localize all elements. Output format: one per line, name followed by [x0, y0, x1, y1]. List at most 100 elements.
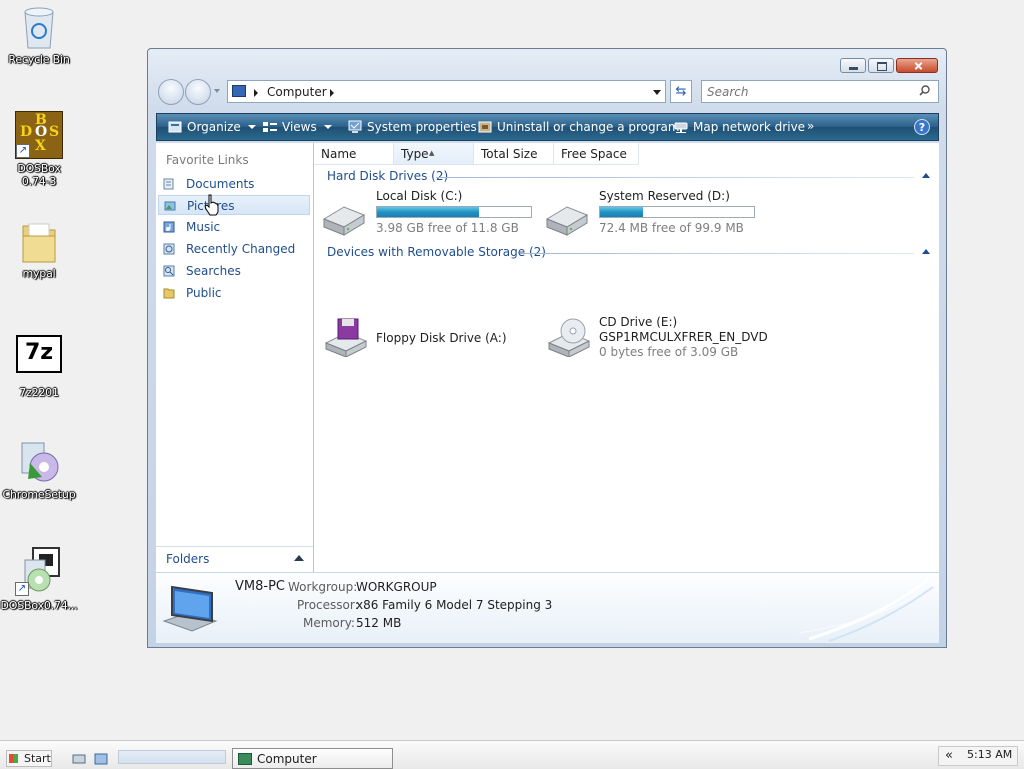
nav-item-recently-changed[interactable]: Recently Changed	[158, 239, 310, 259]
network-drive-icon	[674, 122, 688, 133]
column-header-name[interactable]: Name	[314, 143, 394, 165]
pictures-icon	[164, 201, 176, 211]
computer-name: VM8-PC	[235, 579, 285, 594]
column-header-label: Type	[401, 147, 429, 161]
system-properties-icon	[348, 120, 362, 133]
address-bar[interactable]: Computer	[227, 80, 666, 103]
folders-label: Folders	[166, 552, 210, 566]
minimize-button[interactable]	[840, 58, 866, 73]
memory-key: Memory:	[303, 616, 355, 630]
map-network-drive-button[interactable]: Map network drive	[673, 120, 805, 134]
group-title-removable[interactable]: Devices with Removable Storage (2)	[327, 245, 546, 259]
drive-usage-bar	[599, 206, 755, 218]
desktop-icon-dosbox-installer[interactable]: ↗ DOSBox0.74...	[0, 546, 78, 612]
maximize-button[interactable]	[868, 58, 894, 73]
taskbar-button-computer[interactable]: Computer	[232, 748, 393, 769]
desktop-icon-chromesetup[interactable]: ChromeSetup	[0, 437, 78, 501]
nav-item-pictures[interactable]: Pictures	[158, 194, 310, 216]
desktop-icon-label: mypal	[22, 267, 56, 280]
organize-icon	[168, 121, 182, 133]
drive-usage-bar	[376, 206, 532, 218]
searches-icon	[163, 265, 175, 277]
back-button[interactable]	[158, 79, 184, 105]
nav-item-label: Searches	[186, 264, 241, 278]
navigation-pane: Favorite Links Documents Pictures Music …	[156, 143, 314, 572]
start-button[interactable]: Start	[6, 750, 52, 767]
folders-toggle[interactable]: Folders	[156, 546, 313, 572]
organize-label: Organize	[187, 120, 241, 134]
uninstall-button[interactable]: Uninstall or change a program	[477, 120, 680, 134]
desktop-icon-recycle-bin[interactable]: Recycle Bin	[0, 4, 78, 66]
views-icon	[263, 122, 277, 132]
clock[interactable]: 5:13 AM	[967, 748, 1012, 761]
explorer-window[interactable]: Computer ⇆ Organize Views System propert…	[147, 48, 947, 648]
chevron-up-icon[interactable]	[294, 555, 304, 561]
start-label: Start	[24, 752, 51, 765]
breadcrumb-arrow-icon[interactable]	[330, 89, 334, 97]
documents-icon	[163, 178, 174, 190]
column-header-free-space[interactable]: Free Space	[554, 143, 639, 165]
nav-item-public[interactable]: Public	[158, 283, 310, 303]
switch-windows-icon[interactable]	[94, 753, 108, 765]
breadcrumb-arrow-icon[interactable]	[254, 89, 258, 97]
desktop-icon-7z[interactable]: 7z 7z2201	[0, 335, 78, 399]
hard-drive-icon	[545, 206, 589, 236]
desktop-icon-label: DOSBox 0.74-3	[17, 162, 61, 188]
drive-free-space: 3.98 GB free of 11.8 GB	[376, 221, 519, 235]
drive-volume-label: GSP1RMCULXFRER_EN_DVD	[599, 330, 768, 344]
group-divider	[436, 177, 914, 178]
desktop-icon-mypal[interactable]: mypal	[0, 220, 78, 280]
close-button[interactable]	[896, 58, 938, 73]
computer-icon	[162, 585, 218, 632]
nav-item-documents[interactable]: Documents	[158, 174, 310, 194]
search-input[interactable]	[701, 80, 939, 103]
7zip-icon: 7z	[16, 335, 62, 373]
nav-item-label: Recently Changed	[186, 242, 296, 256]
nav-item-searches[interactable]: Searches	[158, 261, 310, 281]
computer-icon	[232, 85, 246, 97]
music-icon	[163, 221, 175, 233]
column-header-type[interactable]: Type ▲	[394, 143, 474, 165]
search-icon[interactable]	[919, 85, 930, 96]
show-desktop-icon[interactable]	[72, 753, 86, 765]
processor-value: x86 Family 6 Model 7 Stepping 3	[356, 598, 553, 612]
cd-drive-icon	[547, 318, 591, 357]
help-icon[interactable]: ?	[914, 119, 930, 135]
quick-launch-area	[118, 750, 226, 764]
forward-button[interactable]	[185, 79, 211, 105]
more-commands-button[interactable]: »	[807, 119, 814, 133]
group-divider	[520, 253, 914, 254]
window-controls	[840, 58, 938, 73]
favorite-links-title: Favorite Links	[166, 153, 249, 167]
views-button[interactable]: Views	[262, 120, 332, 134]
desktop-icon-dosbox[interactable]: B D O S X ↗ DOSBox 0.74-3	[0, 111, 78, 188]
collapse-group-icon[interactable]	[922, 173, 930, 178]
address-dropdown-icon[interactable]	[653, 90, 661, 95]
system-properties-button[interactable]: System properties	[347, 120, 477, 134]
dosbox-icon: B D O S X ↗	[15, 111, 63, 159]
nav-item-music[interactable]: Music	[158, 217, 310, 237]
recently-changed-icon	[163, 243, 175, 255]
windows-logo-icon	[9, 754, 18, 763]
drive-usage-fill	[377, 207, 479, 217]
uninstall-label: Uninstall or change a program	[497, 120, 680, 134]
tray-expand-button[interactable]: «	[945, 748, 953, 763]
views-label: Views	[282, 120, 317, 134]
group-title-hard-disks[interactable]: Hard Disk Drives (2)	[327, 169, 448, 183]
refresh-button[interactable]: ⇆	[670, 80, 692, 103]
desktop-icon-label: Recycle Bin	[8, 53, 70, 66]
organize-button[interactable]: Organize	[167, 120, 256, 134]
breadcrumb-computer[interactable]: Computer	[267, 85, 327, 99]
nav-item-label: Public	[186, 286, 222, 300]
installer-icon: ↗	[15, 546, 63, 596]
drive-free-space: 72.4 MB free of 99.9 MB	[599, 221, 744, 235]
nav-item-label: Documents	[186, 177, 255, 191]
drive-free-space: 0 bytes free of 3.09 GB	[599, 345, 739, 359]
history-dropdown-icon[interactable]	[214, 89, 220, 93]
computer-icon	[238, 753, 252, 765]
drive-usage-fill	[600, 207, 644, 217]
workgroup-key: Workgroup:	[288, 580, 358, 594]
column-header-total-size[interactable]: Total Size	[474, 143, 554, 165]
installer-icon	[16, 437, 62, 485]
collapse-group-icon[interactable]	[922, 249, 930, 254]
